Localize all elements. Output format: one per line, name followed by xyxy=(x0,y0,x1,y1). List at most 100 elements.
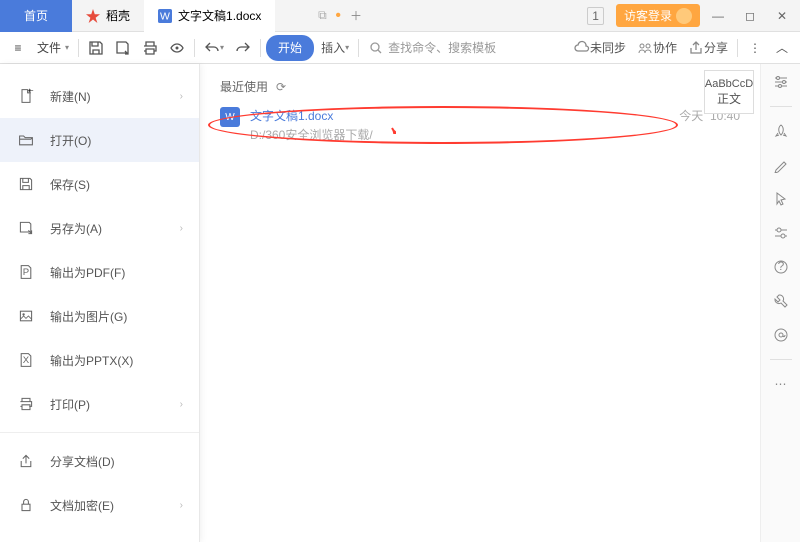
refresh-icon[interactable]: ⟳ xyxy=(276,80,286,94)
word-file-icon: W xyxy=(220,107,240,127)
help-icon[interactable]: ? xyxy=(771,257,791,277)
chevron-right-icon: › xyxy=(180,223,183,234)
search-icon xyxy=(368,40,384,56)
tab-daoke-label: 稻壳 xyxy=(106,7,130,24)
open-icon xyxy=(16,130,36,150)
undo-button[interactable]: ▾ xyxy=(200,35,228,61)
tab-document[interactable]: W 文字文稿1.docx xyxy=(144,0,275,32)
menu-encrypt-label: 文档加密(E) xyxy=(50,497,114,514)
print-icon[interactable] xyxy=(138,35,162,61)
rocket-icon[interactable] xyxy=(771,121,791,141)
collab-label: 协作 xyxy=(653,39,677,56)
pdf-icon: P xyxy=(16,262,36,282)
titlebar: 首页 稻壳 W 文字文稿1.docx ⧉ • ＋ 1 访客登录 — ◻ ✕ xyxy=(0,0,800,32)
chevron-right-icon: › xyxy=(180,399,183,410)
settings-slider-icon[interactable] xyxy=(771,223,791,243)
ribbon-tab-start-label: 开始 xyxy=(278,39,302,56)
guest-login-button[interactable]: 访客登录 xyxy=(616,4,700,27)
tool-icon[interactable] xyxy=(771,291,791,311)
svg-text:P: P xyxy=(23,267,29,278)
collapse-ribbon-button[interactable]: ︿ xyxy=(770,35,794,61)
recent-file-path: D:/360安全浏览器下载/ xyxy=(250,126,669,143)
menu-save[interactable]: 保存(S) xyxy=(0,162,199,206)
preview-icon[interactable] xyxy=(165,35,189,61)
recent-header: 最近使用 ⟳ xyxy=(220,78,740,95)
menu-new-label: 新建(N) xyxy=(50,88,91,105)
tab-document-label: 文字文稿1.docx xyxy=(178,7,261,24)
cloud-icon xyxy=(574,40,590,56)
menu-share-doc[interactable]: 分享文档(D) xyxy=(0,439,199,483)
chevron-right-icon: › xyxy=(180,91,183,102)
adjust-icon[interactable] xyxy=(771,72,791,92)
tab-window-icon[interactable]: ⧉ xyxy=(315,9,329,23)
svg-text:W: W xyxy=(160,10,170,22)
daoke-icon xyxy=(86,9,100,23)
redo-button[interactable] xyxy=(231,35,255,61)
more-tools-icon[interactable]: ⋯ xyxy=(771,374,791,394)
menu-print-label: 打印(P) xyxy=(50,396,90,413)
new-tab-button[interactable]: ＋ xyxy=(341,7,371,24)
svg-text:?: ? xyxy=(777,259,784,273)
file-menu-label: 文件 xyxy=(37,39,61,56)
tab-home-label: 首页 xyxy=(24,7,48,24)
recent-files-panel: 最近使用 ⟳ W 文字文稿1.docx D:/360安全浏览器下载/ 今天 10… xyxy=(200,64,760,542)
file-menu-button[interactable]: 文件 ▾ xyxy=(33,35,73,61)
new-icon xyxy=(16,86,36,106)
menu-print[interactable]: 打印(P) › xyxy=(0,382,199,426)
style-preview-normal[interactable]: AaBbCcD 正文 xyxy=(704,70,754,114)
menu-export-pptx[interactable]: X 输出为PPTX(X) xyxy=(0,338,199,382)
saveas-icon xyxy=(16,218,36,238)
save-menu-icon xyxy=(16,174,36,194)
ribbon-tab-insert[interactable]: 插入▾ xyxy=(317,35,353,61)
collab-button[interactable]: 协作 xyxy=(633,35,681,61)
menu-open-label: 打开(O) xyxy=(50,132,91,149)
share-label: 分享 xyxy=(704,39,728,56)
main-area: 新建(N) › 打开(O) 保存(S) 另存为(A) › P 输出为PDF(F)… xyxy=(0,64,800,542)
menu-open[interactable]: 打开(O) xyxy=(0,118,199,162)
window-count-indicator[interactable]: 1 xyxy=(587,7,604,25)
save-as-icon[interactable] xyxy=(111,35,135,61)
menu-export-image[interactable]: 输出为图片(G) xyxy=(0,294,199,338)
recent-header-label: 最近使用 xyxy=(220,78,268,95)
menu-export-pptx-label: 输出为PPTX(X) xyxy=(50,352,133,369)
minimize-button[interactable]: — xyxy=(704,2,732,30)
command-search-placeholder: 查找命令、搜索模板 xyxy=(388,39,496,56)
share-icon xyxy=(688,40,704,56)
style-name-text: 正文 xyxy=(717,90,741,107)
svg-text:X: X xyxy=(23,355,30,366)
sync-status[interactable]: 未同步 xyxy=(570,35,630,61)
menu-separator xyxy=(0,432,199,433)
sync-status-label: 未同步 xyxy=(590,39,626,56)
at-icon[interactable] xyxy=(771,325,791,345)
menu-saveas[interactable]: 另存为(A) › xyxy=(0,206,199,250)
recent-file-item[interactable]: W 文字文稿1.docx D:/360安全浏览器下载/ 今天 10:40 xyxy=(220,107,740,143)
toolbar: ≡ 文件 ▾ ▾ 开始 插入▾ 查找命令、搜索模板 未同步 协作 分享 ⋮ ︿ xyxy=(0,32,800,64)
tab-daoke[interactable]: 稻壳 xyxy=(72,0,144,32)
tab-home[interactable]: 首页 xyxy=(0,0,72,32)
menu-export-image-label: 输出为图片(G) xyxy=(50,308,127,325)
right-sidebar: ? ⋯ xyxy=(760,64,800,542)
word-doc-icon: W xyxy=(158,9,172,23)
menu-encrypt[interactable]: 文档加密(E) › xyxy=(0,483,199,527)
image-icon xyxy=(16,306,36,326)
menu-new[interactable]: 新建(N) › xyxy=(0,74,199,118)
save-icon[interactable] xyxy=(84,35,108,61)
chevron-right-icon: › xyxy=(180,500,183,511)
command-search[interactable]: 查找命令、搜索模板 xyxy=(364,35,500,61)
share-button[interactable]: 分享 xyxy=(684,35,732,61)
menu-save-label: 保存(S) xyxy=(50,176,90,193)
style-sample-text: AaBbCcD xyxy=(705,78,753,90)
pptx-icon: X xyxy=(16,350,36,370)
menu-export-pdf[interactable]: P 输出为PDF(F) xyxy=(0,250,199,294)
cursor-icon[interactable] xyxy=(771,189,791,209)
ribbon-tab-start[interactable]: 开始 xyxy=(266,35,314,61)
maximize-button[interactable]: ◻ xyxy=(736,2,764,30)
more-button[interactable]: ⋮ xyxy=(743,35,767,61)
collab-icon xyxy=(637,40,653,56)
avatar-icon xyxy=(676,8,692,24)
close-button[interactable]: ✕ xyxy=(768,2,796,30)
menu-saveas-label: 另存为(A) xyxy=(50,220,102,237)
pen-icon[interactable] xyxy=(771,155,791,175)
guest-login-label: 访客登录 xyxy=(624,7,672,24)
menu-button[interactable]: ≡ xyxy=(6,35,30,61)
